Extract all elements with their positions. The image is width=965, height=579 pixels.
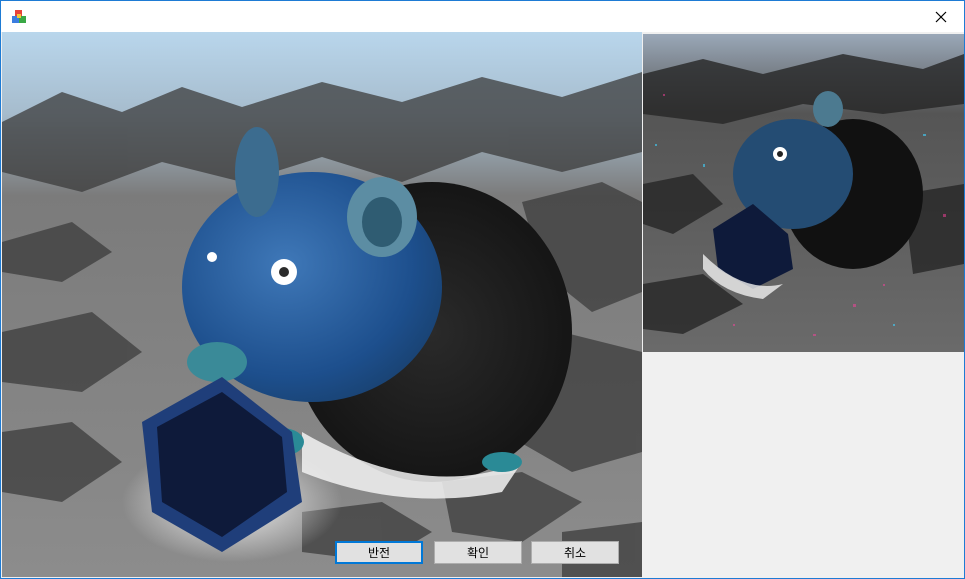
close-icon [935,11,947,22]
preview-hamster-image [643,34,964,352]
title-bar[interactable] [1,1,964,32]
preview-image-panel [643,34,964,352]
cancel-button[interactable]: 취소 [531,541,619,564]
close-button[interactable] [918,1,964,32]
ok-button[interactable]: 확인 [434,541,522,564]
main-image-panel [2,32,642,577]
inverted-hamster-image [2,32,642,577]
app-icon [12,10,26,23]
app-window: 반전 확인 취소 [0,0,965,579]
invert-button[interactable]: 반전 [335,541,423,564]
